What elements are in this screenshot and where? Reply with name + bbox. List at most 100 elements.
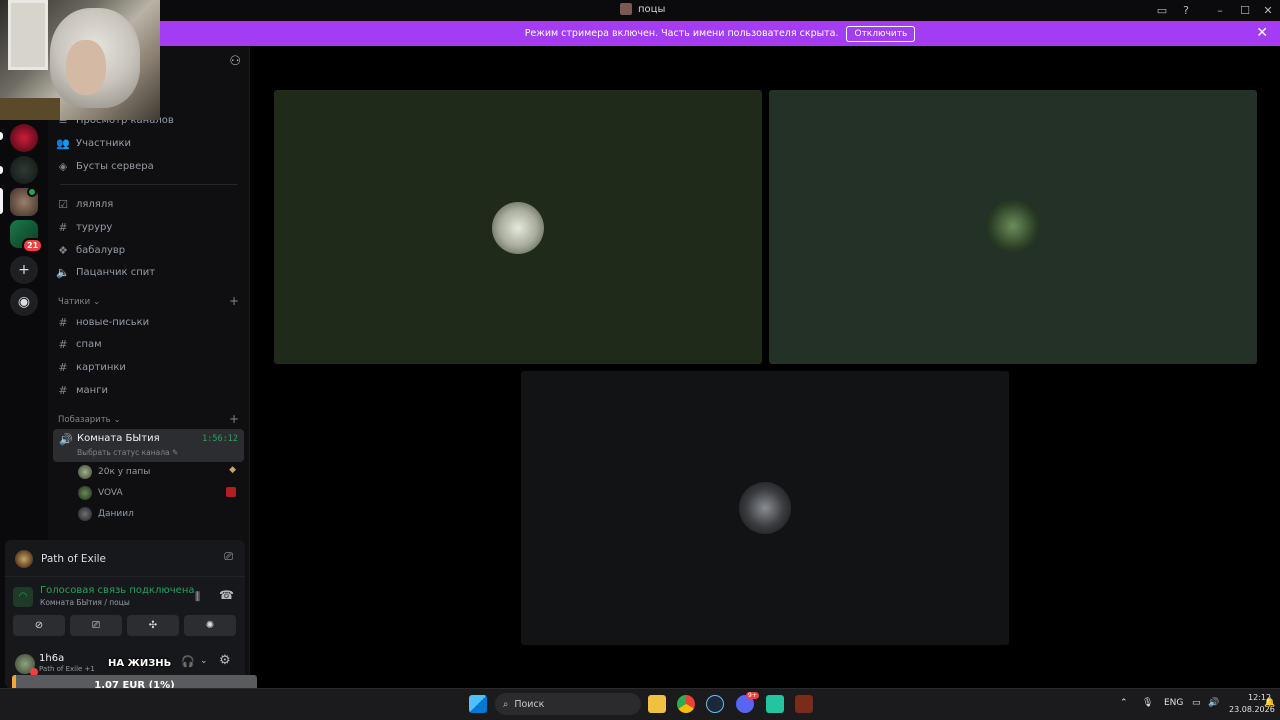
signal-icon[interactable]: ◠ bbox=[13, 587, 33, 607]
microphone-icon[interactable]: 🎙 bbox=[1142, 698, 1153, 708]
avatar bbox=[78, 465, 92, 479]
banner-close-icon[interactable]: ✕ bbox=[1256, 25, 1268, 41]
voice-indicator bbox=[27, 187, 37, 197]
boost-icon: ◈ bbox=[58, 159, 68, 173]
channel-lyalyalya[interactable]: ☑ ляляля bbox=[56, 194, 242, 214]
camera-off-button[interactable]: ⊘ bbox=[13, 615, 65, 636]
channel-novye-piski[interactable]: # новые-письки bbox=[56, 312, 242, 332]
chevron-down-icon[interactable]: ⌄ bbox=[200, 656, 208, 666]
video-tile[interactable] bbox=[521, 371, 1009, 645]
channel-kartinki[interactable]: # картинки bbox=[56, 357, 242, 377]
channel-label: картинки bbox=[76, 361, 126, 373]
participant-avatar bbox=[739, 482, 791, 534]
hash-icon: # bbox=[58, 383, 68, 397]
speaker-icon: 🔊 bbox=[59, 433, 73, 446]
channel-babaluvr[interactable]: ❖ бабалувр bbox=[56, 240, 242, 260]
window-title: поцы bbox=[620, 3, 665, 15]
add-channel-icon[interactable]: + bbox=[229, 412, 239, 426]
channel-label: манги bbox=[76, 384, 108, 396]
screen-share-button[interactable]: ⎚ bbox=[70, 615, 122, 636]
add-server-icon[interactable]: + bbox=[10, 256, 38, 284]
username[interactable]: 1h6a bbox=[39, 653, 64, 664]
category-pobazarit[interactable]: Побазарить ⌄ bbox=[58, 415, 121, 425]
participant-avatar bbox=[987, 200, 1039, 252]
streamer-mode-banner: Режим стримера включен. Часть имени поль… bbox=[160, 21, 1280, 46]
hash-icon: # bbox=[58, 220, 68, 234]
server-icon bbox=[620, 3, 632, 15]
category-label: Побазарить bbox=[58, 415, 111, 425]
channel-label: бабалувр bbox=[76, 244, 126, 256]
disable-streamer-mode-button[interactable]: Отключить bbox=[846, 25, 916, 42]
game-icon bbox=[226, 487, 236, 497]
channel-mangi[interactable]: # манги bbox=[56, 380, 242, 400]
soundboard-button[interactable]: ✺ bbox=[184, 615, 236, 636]
noise-suppression-icon[interactable]: ⫼ bbox=[195, 590, 200, 604]
language-indicator[interactable]: ENG bbox=[1164, 698, 1183, 708]
stream-icon[interactable]: ⎚ bbox=[224, 550, 233, 564]
channel-tururu[interactable]: # туруру bbox=[56, 217, 242, 237]
video-tile[interactable] bbox=[274, 90, 762, 364]
file-explorer-icon[interactable] bbox=[648, 695, 666, 713]
minimize-button[interactable]: – bbox=[1212, 3, 1228, 19]
active-voice-channel[interactable]: 🔊 Комната БЫтия 1:56:12 Выбрать статус к… bbox=[53, 429, 244, 462]
server-icon-red[interactable] bbox=[10, 124, 38, 152]
activity-row[interactable]: Path of Exile bbox=[15, 550, 106, 568]
unread-pill bbox=[0, 166, 3, 174]
channel-label: ляляля bbox=[76, 198, 114, 210]
hash-icon: # bbox=[58, 337, 68, 351]
voice-user-name: 20к у папы bbox=[98, 467, 151, 477]
channel-patsanchik[interactable]: 🔈 Пацанчик спит bbox=[56, 262, 242, 282]
channel-label: туруру bbox=[76, 221, 113, 233]
start-button[interactable] bbox=[469, 695, 487, 713]
webcam-overlay bbox=[0, 0, 160, 120]
video-tile[interactable] bbox=[769, 90, 1257, 364]
tray-chevron-icon[interactable]: ⌃ bbox=[1120, 698, 1128, 708]
activities-button[interactable]: ✣ bbox=[127, 615, 179, 636]
close-window-button[interactable]: ✕ bbox=[1260, 3, 1276, 19]
mention-badge: 21 bbox=[22, 238, 44, 253]
sidebar-item-label: Участники bbox=[76, 137, 132, 149]
path-of-exile-icon bbox=[15, 550, 33, 568]
voice-user[interactable]: Даниил bbox=[78, 505, 240, 523]
voice-user[interactable]: VOVA bbox=[78, 484, 240, 502]
banner-text: Режим стримера включен. Часть имени поль… bbox=[524, 28, 839, 39]
forum-icon: ❖ bbox=[58, 243, 68, 257]
chevron-down-icon: ⌄ bbox=[93, 297, 101, 307]
sidebar-item-boosts[interactable]: ◈ Бусты сервера bbox=[56, 156, 242, 176]
activity-name: Path of Exile bbox=[41, 553, 107, 565]
game-app-icon[interactable] bbox=[795, 695, 813, 713]
app-icon-green[interactable] bbox=[766, 695, 784, 713]
rules-icon: ☑ bbox=[58, 197, 68, 211]
steam-icon[interactable] bbox=[706, 695, 724, 713]
inbox-icon[interactable]: ▭ bbox=[1154, 3, 1170, 19]
display-icon[interactable]: ▭ bbox=[1192, 698, 1201, 708]
help-icon[interactable]: ? bbox=[1178, 3, 1194, 19]
camera-off-icon: ⊘ bbox=[34, 620, 44, 631]
voice-connected-text[interactable]: Голосовая связь подключена bbox=[40, 585, 195, 596]
add-member-icon[interactable]: ⚇ bbox=[229, 54, 241, 69]
voice-icon: 🔈 bbox=[56, 265, 70, 279]
category-chatiki[interactable]: Чатики ⌄ bbox=[58, 297, 100, 307]
sidebar-item-label: Бусты сервера bbox=[76, 160, 154, 172]
settings-gear-icon[interactable]: ⚙ bbox=[219, 653, 231, 668]
participant-avatar bbox=[492, 202, 544, 254]
taskbar-search[interactable]: ⌕ Поиск bbox=[495, 693, 641, 715]
chrome-icon[interactable] bbox=[677, 695, 695, 713]
volume-icon[interactable]: 🔊 bbox=[1208, 698, 1219, 708]
maximize-button[interactable]: ☐ bbox=[1237, 3, 1253, 19]
sidebar-item-members[interactable]: 👥 Участники bbox=[56, 133, 242, 153]
add-channel-icon[interactable]: + bbox=[229, 294, 239, 308]
server-icon-dark[interactable] bbox=[10, 156, 38, 184]
discover-icon[interactable]: ◉ bbox=[10, 288, 38, 316]
game-icon: ◆ bbox=[229, 465, 236, 475]
headphones-icon[interactable]: 🎧 bbox=[181, 655, 195, 668]
set-status-link[interactable]: Выбрать статус канала ✎ bbox=[77, 448, 178, 457]
screen-share-icon: ⎚ bbox=[92, 620, 100, 631]
channel-spam[interactable]: # спам bbox=[56, 334, 242, 354]
discord-badge: 9+ bbox=[746, 692, 759, 699]
category-label: Чатики bbox=[58, 297, 91, 307]
disconnect-icon[interactable]: ☎ bbox=[219, 588, 234, 602]
voice-channel-path[interactable]: Комната БЫтия / поцы bbox=[40, 598, 130, 607]
notification-icon[interactable]: 🔔 bbox=[1264, 698, 1275, 708]
voice-user[interactable]: 20к у папы ◆ bbox=[78, 463, 240, 481]
